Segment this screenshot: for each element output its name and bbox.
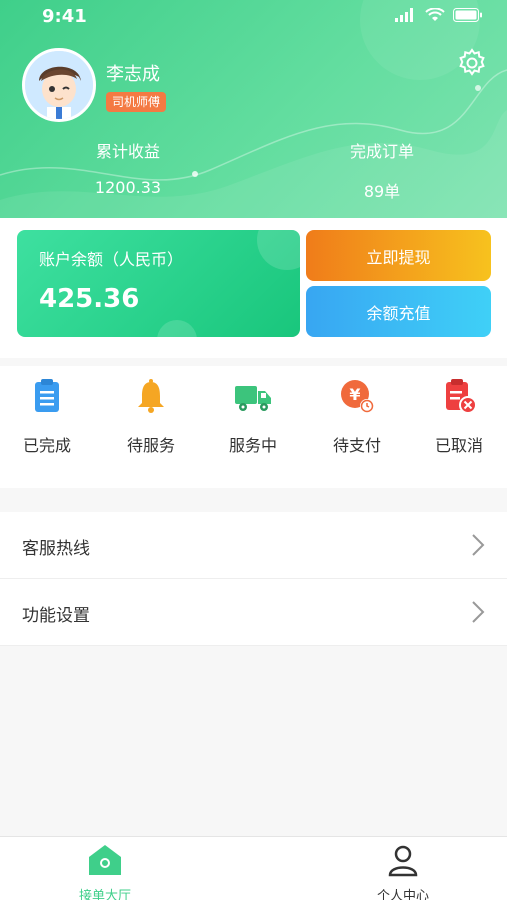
avatar[interactable]	[22, 48, 96, 122]
cancel-clipboard-icon	[446, 379, 477, 414]
home-icon	[89, 845, 121, 875]
menu-item-label: 功能设置	[22, 606, 90, 626]
yuan-coin-icon: ¥	[341, 380, 374, 413]
truck-icon	[235, 386, 271, 411]
avatar-illustration	[25, 51, 93, 119]
recharge-button[interactable]: 余额充值	[306, 286, 491, 337]
card-decoration	[157, 320, 197, 337]
svg-text:¥: ¥	[349, 385, 360, 404]
menu-item-label: 客服热线	[22, 539, 90, 559]
menu-item-settings[interactable]: 功能设置	[0, 579, 507, 646]
tab-personal-center[interactable]: 个人中心	[348, 843, 458, 900]
chevron-right-icon	[472, 534, 485, 556]
settings-gear-icon[interactable]	[457, 48, 487, 78]
status-icons	[395, 8, 483, 22]
role-badge: 司机师傅	[106, 92, 167, 112]
order-status-row: 已完成 待服务 服务中 ¥ 待支付 已取消	[0, 366, 507, 488]
orders-label: 完成订单	[349, 142, 414, 161]
tab-label: 接单大厅	[78, 889, 131, 900]
withdraw-button[interactable]: 立即提现	[306, 230, 491, 281]
order-status-pending-payment[interactable]: ¥ 待支付	[317, 376, 397, 456]
wifi-icon	[425, 8, 445, 21]
order-status-label: 已完成	[22, 436, 71, 455]
profile-header: 9:41 李志成 司机师傅 累计收益 1200.33 完成订单 89单	[0, 0, 507, 218]
order-status-label: 待支付	[332, 436, 381, 455]
order-status-cancelled[interactable]: 已取消	[419, 376, 499, 456]
clipboard-icon	[35, 379, 59, 412]
signal-icon	[395, 8, 413, 22]
income-label: 累计收益	[95, 142, 160, 161]
menu-item-hotline[interactable]: 客服热线	[0, 512, 507, 579]
stat-income[interactable]: 累计收益 1200.33	[58, 138, 198, 197]
user-icon	[388, 845, 418, 877]
income-value: 1200.33	[94, 178, 162, 197]
order-status-label: 已取消	[434, 436, 483, 455]
order-status-in-service[interactable]: 服务中	[213, 376, 293, 456]
status-time: 9:41	[42, 6, 87, 27]
menu-list: 客服热线 功能设置	[0, 512, 507, 646]
order-status-pending-service[interactable]: 待服务	[111, 376, 191, 456]
order-status-completed[interactable]: 已完成	[7, 376, 87, 456]
order-status-label: 待服务	[126, 436, 175, 455]
balance-section: 账户余额（人民币） 425.36 立即提现 余额充值	[0, 218, 507, 358]
tab-order-hall[interactable]: 接单大厅	[50, 843, 160, 900]
user-name: 李志成	[106, 64, 160, 85]
status-bar: 9:41	[0, 0, 507, 34]
balance-label: 账户余额（人民币）	[39, 250, 184, 269]
orders-value: 89单	[363, 182, 401, 201]
battery-icon	[453, 8, 482, 22]
order-status-label: 服务中	[228, 436, 277, 455]
bottom-tab-bar: 接单大厅 个人中心	[0, 836, 507, 900]
balance-card[interactable]: 账户余额（人民币） 425.36	[17, 230, 300, 337]
chevron-right-icon	[472, 601, 485, 623]
bell-icon	[138, 379, 164, 413]
stat-orders[interactable]: 完成订单 89单	[312, 138, 452, 202]
card-decoration	[257, 230, 300, 270]
tab-label: 个人中心	[376, 889, 429, 900]
balance-amount: 425.36	[39, 284, 140, 314]
